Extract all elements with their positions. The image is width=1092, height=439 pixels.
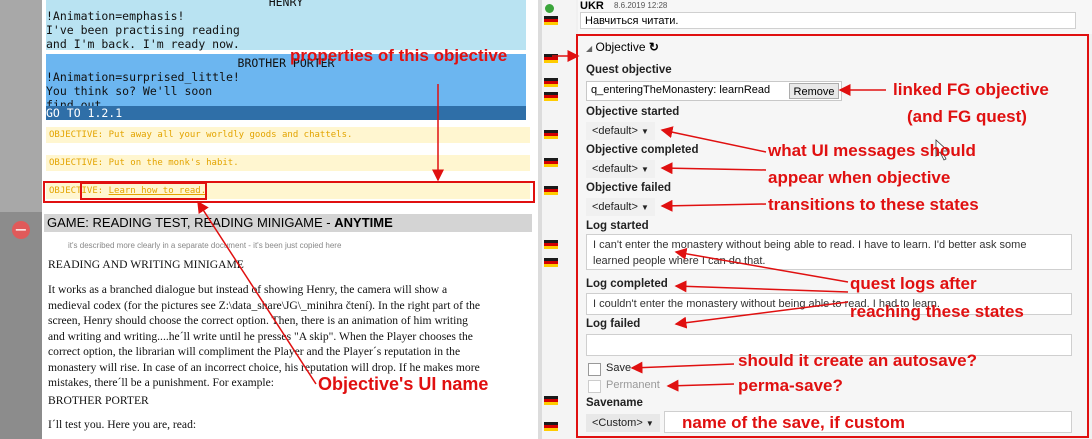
annotation-ui-1: what UI messages should	[768, 141, 976, 160]
arrow-line	[197, 200, 317, 385]
annotation-linked-2: (and FG quest)	[907, 107, 1027, 126]
annotation-logs-1: quest logs after	[850, 274, 977, 293]
arrow-line	[630, 361, 735, 374]
annotation-ui-3: transitions to these states	[768, 195, 979, 214]
arrow-line	[674, 280, 849, 293]
annotation-perma: perma-save?	[738, 376, 843, 395]
annotation-properties: properties of this objective	[290, 46, 508, 65]
annotation-savename: name of the save, if custom	[682, 413, 905, 432]
arrow-line	[660, 199, 767, 212]
arrow-line	[666, 379, 735, 392]
annotation-autosave: should it create an autosave?	[738, 351, 978, 370]
annotation-ui-name: Objective's UI name	[318, 374, 489, 394]
arrow-line	[674, 247, 849, 283]
annotation-logs-2: reaching these states	[850, 302, 1024, 321]
arrow-line	[660, 126, 767, 153]
annotation-linked-1: linked FG objective	[893, 80, 1049, 99]
annotation-arrows	[197, 50, 950, 392]
arrow-line	[674, 301, 849, 329]
annotation-ui-2: appear when objective	[768, 168, 951, 187]
arrow-line	[660, 162, 767, 175]
